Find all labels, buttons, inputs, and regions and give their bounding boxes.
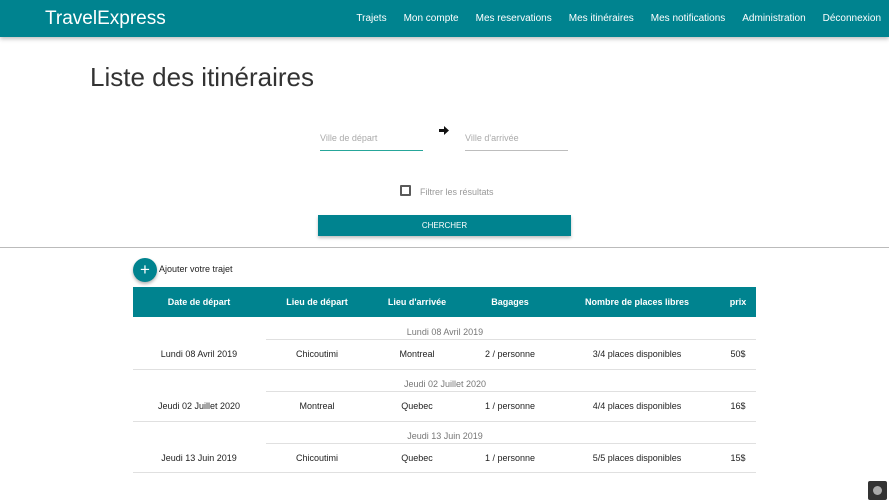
cell-seats: 4/4 places disponibles [592,401,682,411]
cell-price: 50$ [730,349,746,359]
row-divider [133,472,756,473]
search-button[interactable]: CHERCHER [318,215,571,236]
group-date-label: Jeudi 13 Juin 2019 [407,431,483,441]
column-header-departure: Lieu de départ [286,297,348,307]
cell-date: Lundi 08 Avril 2019 [160,349,238,359]
nav-item-trajets[interactable]: Trajets [356,13,386,24]
add-trip-button[interactable]: + [133,258,157,282]
section-divider [0,247,889,248]
navbar: TravelExpress Trajets Mon compte Mes res… [0,0,889,37]
group-divider [266,443,756,444]
cell-seats: 5/5 places disponibles [592,453,682,463]
cell-arrival: Quebec [401,453,433,463]
cell-luggage: 1 / personne [484,401,536,411]
page-title: Liste des itinéraires [90,62,314,92]
nav-links: Trajets Mon compte Mes reservations Mes … [356,13,881,24]
cell-price: 15$ [730,453,746,463]
cell-luggage: 1 / personne [484,453,536,463]
brand-logo[interactable]: TravelExpress [45,8,166,30]
cell-arrival: Montreal [399,349,435,359]
arrival-city-input[interactable] [465,126,568,151]
nav-item-administration[interactable]: Administration [742,13,805,24]
filter-label: Filtrer les résultats [420,187,494,197]
nav-item-mes-notifications[interactable]: Mes notifications [651,13,725,24]
row-divider [133,369,756,370]
cell-departure: Chicoutimi [295,453,339,463]
nav-item-mes-reservations[interactable]: Mes reservations [476,13,552,24]
add-trip-label: Ajouter votre trajet [159,264,233,274]
column-header-price: prix [729,297,747,307]
group-date-label: Jeudi 02 Juillet 2020 [403,379,487,389]
debug-toolbar-icon[interactable] [868,481,887,500]
column-header-arrival: Lieu d'arrivée [387,297,447,307]
nav-item-mon-compte[interactable]: Mon compte [404,13,459,24]
cell-date: Jeudi 13 Juin 2019 [161,453,237,463]
filter-checkbox[interactable] [400,185,411,196]
group-date-label: Lundi 08 Avril 2019 [406,327,484,337]
table-header: Date de départ Lieu de départ Lieu d'arr… [133,287,756,317]
departure-city-input[interactable] [320,126,423,151]
cell-arrival: Quebec [401,401,433,411]
column-header-seats: Nombre de places libres [584,297,690,307]
nav-item-mes-itineraires[interactable]: Mes itinéraires [569,13,634,24]
cell-departure: Montreal [299,401,335,411]
column-header-luggage: Bagages [491,297,529,307]
cell-price: 16$ [730,401,746,411]
arrow-right-icon [439,126,449,135]
nav-item-deconnexion[interactable]: Déconnexion [823,13,881,24]
column-header-date: Date de départ [167,297,231,307]
cell-departure: Chicoutimi [295,349,339,359]
cell-date: Jeudi 02 Juillet 2020 [157,401,241,411]
cell-seats: 3/4 places disponibles [592,349,682,359]
group-divider [266,339,756,340]
plus-icon: + [140,260,150,279]
cell-luggage: 2 / personne [484,349,536,359]
row-divider [133,421,756,422]
group-divider [266,391,756,392]
